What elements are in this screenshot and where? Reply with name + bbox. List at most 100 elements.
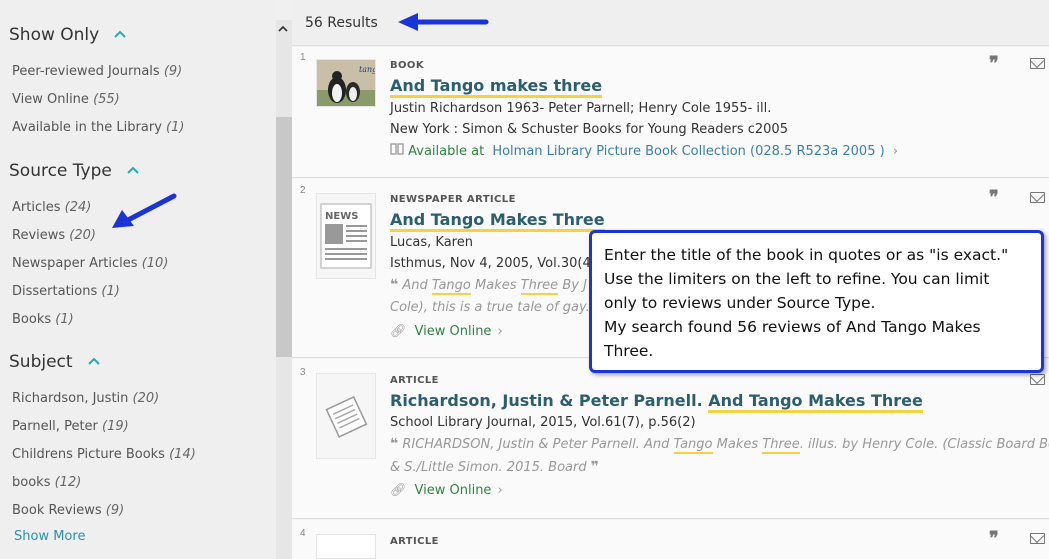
view-online-link[interactable]: 🔗︎ View Online › bbox=[390, 324, 503, 339]
snippet-highlight: Tango bbox=[431, 278, 471, 295]
facet-item-label: Parnell, Peter bbox=[12, 419, 98, 434]
result-number: 4 bbox=[300, 528, 306, 539]
result-author: Lucas, Karen bbox=[390, 235, 473, 250]
result-source: School Library Journal, 2015, Vol.61(7),… bbox=[390, 415, 696, 430]
chevron-right-icon: › bbox=[892, 144, 899, 159]
view-online-link[interactable]: 🔗︎ View Online › bbox=[390, 483, 503, 498]
facet-item-books-subject[interactable]: books (12) bbox=[12, 475, 81, 490]
link-icon: 🔗︎ bbox=[390, 483, 407, 498]
screen: Show Only Peer-reviewed Journals (9) Vie… bbox=[0, 0, 1049, 559]
citation-icon[interactable]: ❞ bbox=[989, 187, 999, 208]
quote-open-icon: ❝ bbox=[390, 436, 399, 452]
snippet-text: By J bbox=[562, 278, 587, 293]
result-type: BOOK bbox=[390, 60, 424, 71]
facet-item-count: (12) bbox=[54, 475, 82, 490]
email-icon[interactable] bbox=[1030, 192, 1045, 203]
result-item: 1 tango BOOK And Tango makes three Justi… bbox=[292, 47, 1049, 178]
email-icon[interactable] bbox=[1030, 533, 1045, 544]
view-online-label: View Online bbox=[414, 483, 492, 498]
scrollbar-thumb[interactable] bbox=[276, 117, 292, 357]
view-online-label: View Online bbox=[414, 324, 492, 339]
facet-heading-label: Subject bbox=[9, 352, 73, 372]
result-snippet-line2: & S./Little Simon. 2015. Board ❞ bbox=[390, 459, 599, 475]
result-title-link[interactable]: And Tango makes three bbox=[390, 76, 603, 98]
citation-icon[interactable]: ❞ bbox=[989, 53, 999, 74]
snippet-text: . illus. by Henry Cole. (Classic Board B… bbox=[799, 437, 1049, 452]
result-type: NEWSPAPER ARTICLE bbox=[390, 194, 516, 205]
availability-location-link[interactable]: Holman Library Picture Book Collection (… bbox=[492, 144, 884, 159]
facet-item-count: (19) bbox=[102, 419, 129, 434]
availability-line[interactable]: Available at Holman Library Picture Book… bbox=[390, 143, 898, 159]
availability-status: Available at bbox=[408, 144, 485, 159]
result-title-link[interactable]: Richardson, Justin & Peter Parnell. And … bbox=[390, 391, 923, 413]
result-publisher: New York : Simon & Schuster Books for Yo… bbox=[390, 122, 788, 137]
article-thumbnail[interactable] bbox=[316, 534, 376, 559]
result-snippet: ❝ RICHARDSON, Justin & Peter Parnell. An… bbox=[390, 436, 1049, 454]
show-more-link[interactable]: Show More bbox=[14, 529, 85, 544]
quote-close-icon: ❞ bbox=[590, 459, 599, 475]
facet-item-label: Book Reviews bbox=[12, 503, 102, 518]
facet-item-view-online[interactable]: View Online (55) bbox=[12, 92, 120, 107]
facet-item-label: Available in the Library bbox=[12, 120, 162, 135]
result-title-text: And Tango makes three bbox=[390, 76, 603, 98]
result-title-link[interactable]: And Tango Makes Three bbox=[390, 210, 605, 232]
snippet-text: & S./Little Simon. 2015. Board bbox=[390, 460, 587, 475]
result-type: ARTICLE bbox=[390, 375, 439, 386]
snippet-highlight: Three bbox=[520, 278, 559, 295]
chevron-right-icon: › bbox=[497, 483, 503, 498]
facet-item-dissertations[interactable]: Dissertations (1) bbox=[12, 284, 120, 299]
chevron-up-icon[interactable] bbox=[126, 164, 140, 178]
result-title-highlight: And Tango Makes Three bbox=[708, 391, 923, 413]
facet-item-label: Books bbox=[12, 312, 52, 327]
facet-item-label: Richardson, Justin bbox=[12, 391, 129, 406]
facet-item-count: (20) bbox=[132, 391, 160, 406]
facet-item-label: Reviews bbox=[12, 228, 66, 243]
facet-item-count: (9) bbox=[105, 503, 125, 518]
facet-item-label: Newspaper Articles bbox=[12, 256, 138, 271]
article-thumbnail[interactable] bbox=[316, 373, 376, 459]
facet-item-reviews[interactable]: Reviews (20) bbox=[12, 228, 96, 243]
facet-item-available-in-library[interactable]: Available in the Library (1) bbox=[12, 120, 184, 135]
facet-heading-subject[interactable]: Subject bbox=[9, 352, 101, 372]
result-authors: Justin Richardson 1963- Peter Parnell; H… bbox=[390, 101, 772, 116]
book-location-icon bbox=[390, 143, 408, 159]
facet-item-richardson[interactable]: Richardson, Justin (20) bbox=[12, 391, 159, 406]
facet-heading-show-only[interactable]: Show Only bbox=[9, 25, 127, 45]
facet-item-book-reviews[interactable]: Book Reviews (9) bbox=[12, 503, 124, 518]
snippet-text: And bbox=[402, 278, 428, 293]
email-icon[interactable] bbox=[1030, 374, 1045, 385]
facet-item-peer-reviewed[interactable]: Peer-reviewed Journals (9) bbox=[12, 64, 182, 79]
chevron-up-icon[interactable] bbox=[87, 355, 101, 369]
result-item: 3 ARTICLE Richardson, Justin & Peter Par… bbox=[292, 359, 1049, 519]
facet-heading-label: Source Type bbox=[9, 161, 112, 181]
svg-text:NEWS: NEWS bbox=[325, 211, 358, 222]
facet-heading-source-type[interactable]: Source Type bbox=[9, 161, 140, 181]
callout-text: Enter the title of the book in quotes or… bbox=[604, 246, 1009, 360]
citation-icon[interactable]: ❞ bbox=[989, 528, 999, 549]
facet-item-count: (9) bbox=[163, 64, 183, 79]
result-item: 4 ARTICLE ❞ bbox=[292, 520, 1049, 559]
result-number: 2 bbox=[300, 185, 306, 196]
book-cover-thumbnail[interactable]: tango bbox=[316, 59, 376, 107]
snippet-text: Makes bbox=[475, 278, 517, 293]
scroll-up-icon[interactable] bbox=[277, 24, 289, 37]
facet-item-newspaper-articles[interactable]: Newspaper Articles (10) bbox=[12, 256, 168, 271]
chevron-right-icon: › bbox=[497, 324, 503, 339]
facet-item-count: (10) bbox=[141, 256, 169, 271]
facet-item-label: View Online bbox=[12, 92, 89, 107]
snippet-text: RICHARDSON, Justin & Peter Parnell. And bbox=[402, 437, 670, 452]
facet-item-childrens-picture-books[interactable]: Childrens Picture Books (14) bbox=[12, 447, 196, 462]
facet-item-count: (1) bbox=[55, 312, 74, 327]
facet-item-articles[interactable]: Articles (24) bbox=[12, 200, 91, 215]
email-icon[interactable] bbox=[1030, 58, 1045, 69]
facet-item-count: (20) bbox=[69, 228, 96, 243]
facet-item-books[interactable]: Books (1) bbox=[12, 312, 74, 327]
facet-item-count: (24) bbox=[64, 200, 92, 215]
annotation-arrow-results bbox=[398, 13, 489, 31]
result-snippet-line2: Cole), this is a true tale of gay... bbox=[390, 300, 599, 315]
quote-open-icon: ❝ bbox=[390, 277, 399, 293]
results-count: 56 Results bbox=[305, 15, 378, 31]
newspaper-thumbnail[interactable]: NEWS bbox=[316, 193, 376, 279]
chevron-up-icon[interactable] bbox=[113, 28, 127, 42]
facet-item-parnell[interactable]: Parnell, Peter (19) bbox=[12, 419, 129, 434]
